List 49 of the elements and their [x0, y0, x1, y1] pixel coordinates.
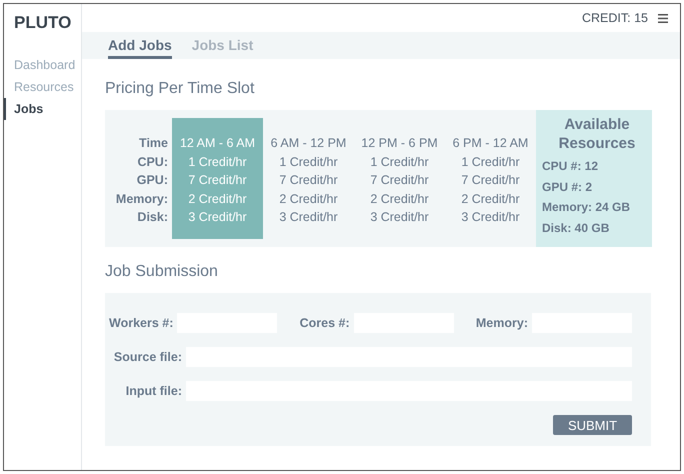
- tab[interactable]: Add Jobs: [108, 37, 172, 59]
- rate-cell-text: 2 Credit/hr: [461, 190, 520, 208]
- menu-icon[interactable]: [658, 14, 668, 22]
- section-title: Pricing Per Time Slot: [105, 80, 256, 98]
- time-slot: 6 PM - 12 AM: [452, 134, 528, 152]
- field-label: Cores #:: [300, 316, 351, 330]
- time-slot-column[interactable]: 12 PM - 6 PM 1 Credit/hr 7 Credit/hr 2 Credit/hr 3 Credit/hr: [354, 118, 445, 239]
- rate-cell-text: 3 Credit/hr: [370, 209, 429, 226]
- brand-logo: PLUTO: [13, 12, 72, 34]
- resource-item: Disk: 40 GB: [542, 220, 610, 236]
- field-label: Workers #:: [109, 316, 174, 330]
- rate-cell-text: 7 Credit/hr: [279, 172, 338, 189]
- submit-button[interactable]: SUBMIT: [553, 415, 632, 435]
- row-label: Time: [139, 135, 168, 152]
- rate-cell-text: 2 Credit/hr: [370, 190, 429, 208]
- rate-cell-text: 1 Credit/hr: [461, 154, 520, 170]
- field-label: Input file:: [124, 384, 183, 398]
- rate-cell-text: 3 Credit/hr: [461, 209, 520, 226]
- rate-cell-text: 7 Credit/hr: [461, 172, 520, 189]
- row-label: GPU:: [136, 172, 168, 189]
- time-slot-column[interactable]: 6 PM - 12 AM 1 Credit/hr 7 Credit/hr 2 Credit/hr 3 Credit/hr: [445, 118, 536, 239]
- rate-cell-text: 1 Credit/hr: [370, 154, 429, 170]
- rate-cell-text: 3 Credit/hr: [188, 209, 247, 226]
- rate-cell-text: 7 Credit/hr: [370, 172, 429, 189]
- time-slot: 12 AM - 6 AM: [180, 134, 256, 152]
- credit-balance: CREDIT: 15: [582, 11, 648, 25]
- section-title: Job Submission: [105, 263, 219, 281]
- resource-item: GPU #: 2: [542, 178, 594, 196]
- rate-cell-text: 2 Credit/hr: [188, 190, 247, 208]
- row-label: CPU:: [137, 154, 168, 170]
- rate-cell-text: 2 Credit/hr: [279, 190, 338, 208]
- sidebar-item[interactable]: Resources: [4, 76, 81, 98]
- row-label: Disk:: [137, 209, 168, 226]
- time-slot-column[interactable]: 12 AM - 6 AM 1 Credit/hr 7 Credit/hr 2 Credit/hr 3 Credit/hr: [172, 118, 263, 239]
- resources-title: Available Resources: [558, 115, 636, 153]
- rate-cell-text: 3 Credit/hr: [279, 209, 338, 226]
- resource-item: CPU #: 12: [542, 158, 600, 175]
- rate-cell-text: 1 Credit/hr: [279, 154, 338, 170]
- sidebar-item[interactable]: Jobs: [4, 98, 81, 120]
- rate-cell-text: 1 Credit/hr: [188, 154, 247, 170]
- resource-item: Memory: 24 GB: [542, 199, 632, 216]
- rate-cell-text: 7 Credit/hr: [188, 172, 247, 189]
- sidebar-item[interactable]: Dashboard: [4, 54, 81, 76]
- field-label: Source file:: [112, 350, 183, 364]
- time-slot: 6 AM - 12 PM: [270, 134, 346, 152]
- row-label: Memory:: [116, 190, 168, 208]
- field-label: Memory:: [476, 316, 529, 330]
- time-slot-column[interactable]: 6 AM - 12 PM 1 Credit/hr 7 Credit/hr 2 Credit/hr 3 Credit/hr: [263, 118, 354, 239]
- time-slot: 12 PM - 6 PM: [361, 134, 438, 152]
